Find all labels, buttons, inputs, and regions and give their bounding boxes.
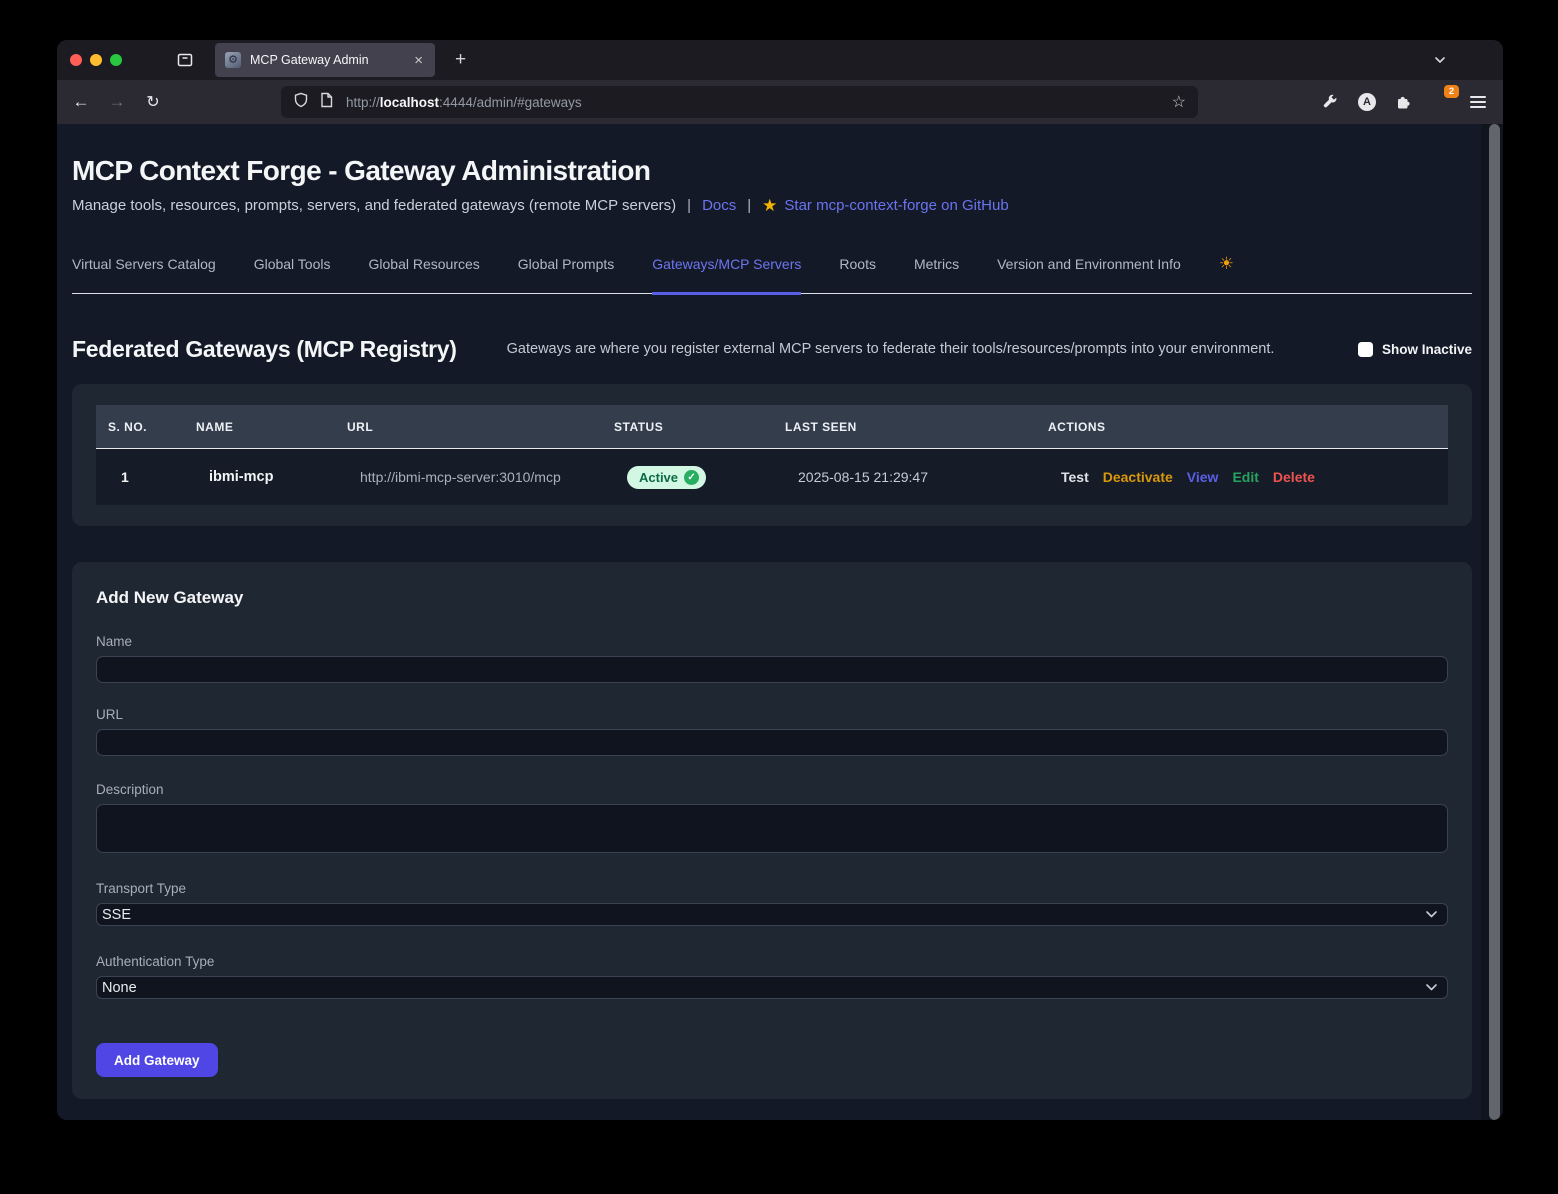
- deactivate-action-link[interactable]: Deactivate: [1103, 469, 1173, 485]
- col-actions: ACTIONS: [1036, 420, 1448, 434]
- col-status: STATUS: [602, 420, 773, 434]
- tab-version-environment-info[interactable]: Version and Environment Info: [997, 254, 1181, 293]
- tab-gateways-mcp-servers[interactable]: Gateways/MCP Servers: [652, 254, 801, 293]
- authentication-type-label: Authentication Type: [96, 954, 1448, 970]
- forward-button-icon[interactable]: →: [105, 92, 129, 112]
- wrench-icon[interactable]: [1319, 91, 1341, 113]
- extensions-puzzle-icon[interactable]: [1393, 91, 1415, 113]
- page-info-icon[interactable]: [319, 92, 334, 113]
- url-protocol: http://: [346, 95, 380, 110]
- reader-a-icon[interactable]: A: [1356, 91, 1378, 113]
- form-title: Add New Gateway: [96, 588, 1448, 608]
- browser-tab-bar: ⚙ MCP Gateway Admin × +: [57, 40, 1503, 80]
- url-host: localhost: [380, 95, 439, 110]
- description-textarea[interactable]: [96, 804, 1448, 853]
- toolbar-icons: A 2: [1319, 91, 1489, 113]
- page-content: MCP Context Forge - Gateway Administrati…: [57, 124, 1503, 1120]
- close-window-button[interactable]: [70, 54, 82, 66]
- tab-global-resources[interactable]: Global Resources: [369, 254, 480, 293]
- address-bar[interactable]: http://localhost:4444/admin/#gateways ☆: [281, 86, 1198, 118]
- edit-action-link[interactable]: Edit: [1232, 469, 1258, 485]
- scrollbar-thumb[interactable]: [1489, 124, 1500, 1120]
- docs-link[interactable]: Docs: [702, 196, 736, 216]
- theme-toggle-sun-icon[interactable]: ☀: [1219, 254, 1234, 293]
- section-description: Gateways are where you register external…: [507, 341, 1275, 357]
- minimize-window-button[interactable]: [90, 54, 102, 66]
- authentication-type-select[interactable]: None: [96, 976, 1448, 999]
- table-row: 1 ibmi-mcp http://ibmi-mcp-server:3010/m…: [96, 449, 1448, 505]
- row-status: Active ✓: [602, 466, 773, 489]
- name-label: Name: [96, 634, 1448, 650]
- gateways-section-header: Federated Gateways (MCP Registry) Gatewa…: [72, 336, 1472, 362]
- browser-tab[interactable]: ⚙ MCP Gateway Admin ×: [215, 43, 435, 77]
- subtitle-text: Manage tools, resources, prompts, server…: [72, 196, 676, 216]
- page-title: MCP Context Forge - Gateway Administrati…: [72, 154, 1472, 188]
- tab-list-chevron-icon[interactable]: [1432, 52, 1448, 73]
- page-subtitle: Manage tools, resources, prompts, server…: [72, 196, 1472, 216]
- row-sno: 1: [96, 469, 184, 485]
- gateways-table-card: S. NO. NAME URL STATUS LAST SEEN ACTIONS…: [72, 384, 1472, 526]
- row-name: ibmi-mcp: [184, 469, 335, 485]
- url-input[interactable]: [96, 729, 1448, 756]
- url-label: URL: [96, 707, 1448, 723]
- col-name: NAME: [184, 420, 335, 434]
- transport-type-label: Transport Type: [96, 881, 1448, 897]
- tab-global-prompts[interactable]: Global Prompts: [518, 254, 614, 293]
- show-inactive-control: Show Inactive: [1358, 342, 1472, 357]
- col-last-seen: LAST SEEN: [773, 420, 1036, 434]
- main-nav-tabs: Virtual Servers Catalog Global Tools Glo…: [72, 254, 1472, 294]
- shield-icon[interactable]: [293, 92, 309, 113]
- window-controls: [70, 54, 122, 66]
- tab-close-icon[interactable]: ×: [412, 53, 425, 68]
- url-text[interactable]: http://localhost:4444/admin/#gateways: [346, 95, 1172, 110]
- tab-roots[interactable]: Roots: [839, 254, 876, 293]
- library-icon[interactable]: [175, 50, 195, 70]
- row-actions: Test Deactivate View Edit Delete: [1036, 469, 1448, 485]
- add-gateway-button[interactable]: Add Gateway: [96, 1043, 218, 1077]
- github-star-link[interactable]: Star mcp-context-forge on GitHub: [784, 196, 1008, 216]
- menu-hamburger-icon[interactable]: [1467, 91, 1489, 113]
- section-title: Federated Gateways (MCP Registry): [72, 336, 457, 363]
- extension-badged-icon[interactable]: 2: [1430, 91, 1452, 113]
- check-icon: ✓: [684, 470, 699, 485]
- chevron-down-icon: [1426, 911, 1437, 918]
- description-label: Description: [96, 782, 1448, 798]
- tab-favicon-icon: ⚙: [225, 52, 241, 68]
- table-header-row: S. NO. NAME URL STATUS LAST SEEN ACTIONS: [96, 405, 1448, 449]
- view-action-link[interactable]: View: [1187, 469, 1219, 485]
- tab-global-tools[interactable]: Global Tools: [254, 254, 331, 293]
- maximize-window-button[interactable]: [110, 54, 122, 66]
- url-path: :4444/admin/#gateways: [439, 95, 582, 110]
- show-inactive-label: Show Inactive: [1382, 342, 1472, 357]
- tab-title: MCP Gateway Admin: [250, 53, 412, 67]
- extension-badge: 2: [1444, 85, 1459, 98]
- delete-action-link[interactable]: Delete: [1273, 469, 1315, 485]
- tab-virtual-servers-catalog[interactable]: Virtual Servers Catalog: [72, 254, 216, 293]
- add-gateway-form: Add New Gateway Name URL Description Tra…: [72, 562, 1472, 1099]
- bookmark-star-icon[interactable]: ☆: [1172, 92, 1186, 112]
- col-sno: S. NO.: [96, 420, 184, 434]
- row-url: http://ibmi-mcp-server:3010/mcp: [335, 469, 602, 485]
- star-icon: ★: [762, 196, 777, 216]
- new-tab-button[interactable]: +: [449, 49, 472, 71]
- browser-window: ⚙ MCP Gateway Admin × + ← → ↻: [57, 40, 1503, 1120]
- row-last-seen: 2025-08-15 21:29:47: [773, 469, 1036, 485]
- name-input[interactable]: [96, 656, 1448, 683]
- col-url: URL: [335, 420, 602, 434]
- show-inactive-checkbox[interactable]: [1358, 342, 1373, 357]
- status-badge: Active ✓: [627, 466, 706, 489]
- transport-type-select[interactable]: SSE: [96, 903, 1448, 926]
- back-button-icon[interactable]: ←: [69, 92, 93, 112]
- tab-metrics[interactable]: Metrics: [914, 254, 959, 293]
- chevron-down-icon: [1426, 984, 1437, 991]
- test-action-link[interactable]: Test: [1061, 469, 1089, 485]
- browser-toolbar: ← → ↻ http://localhost:4444/admin/#gatew…: [57, 80, 1503, 124]
- reload-button-icon[interactable]: ↻: [141, 92, 165, 112]
